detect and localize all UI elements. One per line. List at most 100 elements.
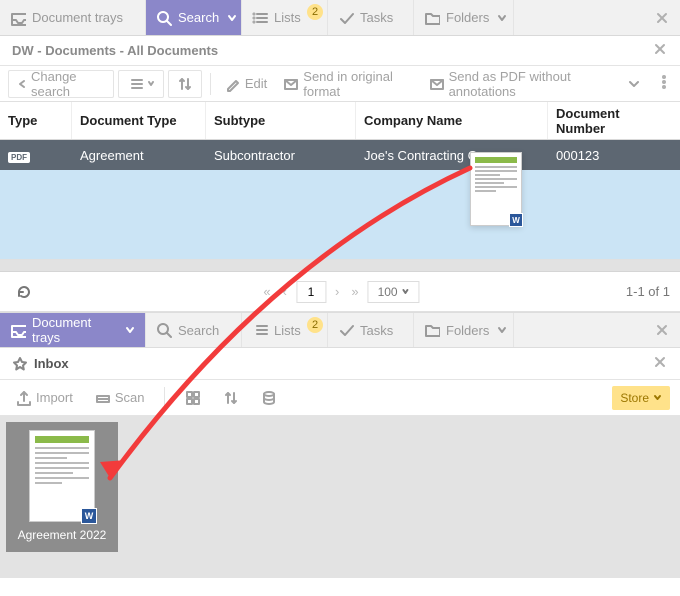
tab-lists[interactable]: Lists 2 <box>242 0 328 35</box>
grid-icon <box>185 390 201 406</box>
tray-document[interactable]: W Agreement 2022 <box>6 422 118 552</box>
col-doc-type[interactable]: Document Type <box>72 102 206 139</box>
close-icon <box>652 354 668 370</box>
scanner-icon <box>95 390 111 406</box>
result-count: 1-1 of 1 <box>626 284 670 299</box>
tab-label: Search <box>178 323 219 338</box>
table-row[interactable]: PDF Agreement Subcontractor Joe's Contra… <box>0 140 680 170</box>
cell-doc-number: 000123 <box>548 148 680 163</box>
toolbar-more-dropdown[interactable] <box>622 70 646 98</box>
lower-tab-document-trays[interactable]: Document trays <box>0 313 146 347</box>
tab-label: Folders <box>446 10 489 25</box>
tab-search[interactable]: Search <box>146 0 242 35</box>
change-search-button[interactable]: Change search <box>8 70 114 98</box>
tab-tasks[interactable]: Tasks <box>328 0 414 35</box>
last-page-button[interactable]: » <box>348 284 361 299</box>
drag-preview-thumbnail: W <box>470 152 522 226</box>
search-icon <box>156 322 172 338</box>
page-input[interactable] <box>296 281 326 303</box>
scan-button[interactable]: Scan <box>89 384 151 412</box>
sort-button[interactable] <box>168 70 202 98</box>
col-subtype[interactable]: Subtype <box>206 102 356 139</box>
divider <box>210 73 211 95</box>
tab-label: Lists <box>274 10 301 25</box>
col-type[interactable]: Type <box>0 102 72 139</box>
lists-badge: 2 <box>307 317 323 333</box>
inbox-close-button[interactable] <box>652 354 668 373</box>
send-original-button[interactable]: Send in original format <box>277 70 418 98</box>
cell-subtype: Subcontractor <box>206 148 356 163</box>
prev-page-button[interactable]: ‹ <box>280 284 290 299</box>
page-size-select[interactable]: 100 <box>368 281 420 303</box>
pager: « ‹ › » 100 1-1 of 1 <box>0 272 680 312</box>
lower-tab-search[interactable]: Search <box>146 313 242 347</box>
chevron-down-icon <box>653 393 662 402</box>
tray-sort-button[interactable] <box>217 384 245 412</box>
refresh-icon <box>16 284 32 300</box>
close-icon <box>654 322 670 338</box>
list-view-button[interactable] <box>118 70 164 98</box>
tab-label: Folders <box>446 323 489 338</box>
tab-document-trays[interactable]: Document trays <box>0 0 146 35</box>
label: Edit <box>245 76 267 91</box>
lower-tab-folders[interactable]: Folders <box>414 313 514 347</box>
database-button[interactable] <box>255 384 283 412</box>
divider <box>164 387 165 409</box>
breadcrumb: DW - Documents - All Documents <box>12 43 218 58</box>
send-pdf-button[interactable]: Send as PDF without annotations <box>423 70 618 98</box>
list-icon <box>127 76 143 92</box>
tab-label: Tasks <box>360 10 393 25</box>
inbox-title: Inbox <box>34 356 69 371</box>
first-page-button[interactable]: « <box>260 284 273 299</box>
label: Send as PDF without annotations <box>449 69 612 99</box>
chevron-left-icon <box>17 79 27 89</box>
close-panel-button[interactable] <box>644 0 680 35</box>
list-icon <box>252 322 268 338</box>
close-search-button[interactable] <box>652 41 668 60</box>
close-icon <box>652 41 668 57</box>
col-company[interactable]: Company Name <box>356 102 548 139</box>
check-icon <box>338 322 354 338</box>
close-icon <box>654 10 670 26</box>
mail-icon <box>429 76 445 92</box>
tab-label: Document trays <box>32 10 123 25</box>
store-button[interactable]: Store <box>612 386 670 410</box>
mail-icon <box>283 76 299 92</box>
sort-icon <box>223 390 239 406</box>
label: Scan <box>115 390 145 405</box>
tab-label: Tasks <box>360 323 393 338</box>
tab-folders[interactable]: Folders <box>414 0 514 35</box>
star-icon[interactable] <box>12 356 28 372</box>
import-button[interactable]: Import <box>10 384 79 412</box>
tab-label: Lists <box>274 323 301 338</box>
cell-doc-type: Agreement <box>72 148 206 163</box>
horizontal-scrollbar[interactable] <box>0 260 680 272</box>
results-table-header: Type Document Type Subtype Company Name … <box>0 102 680 140</box>
lower-close-panel-button[interactable] <box>644 313 680 347</box>
edit-button[interactable]: Edit <box>219 70 273 98</box>
chevron-down-icon <box>497 13 507 23</box>
toolbar-overflow-button[interactable] <box>656 74 672 93</box>
refresh-button[interactable] <box>10 278 38 306</box>
sort-icon <box>177 76 193 92</box>
chevron-down-icon <box>227 13 237 23</box>
pencil-icon <box>225 76 241 92</box>
chevron-down-icon <box>497 325 507 335</box>
chevron-down-icon <box>147 80 155 88</box>
tab-label: Search <box>178 10 219 25</box>
col-doc-number[interactable]: Document Number <box>548 102 680 139</box>
search-icon <box>156 10 172 26</box>
lower-tab-tasks[interactable]: Tasks <box>328 313 414 347</box>
label: Change search <box>31 69 105 99</box>
lower-tab-lists[interactable]: Lists 2 <box>242 313 328 347</box>
next-page-button[interactable]: › <box>332 284 342 299</box>
document-thumbnail: W <box>29 430 95 522</box>
grid-view-button[interactable] <box>179 384 207 412</box>
upload-icon <box>16 390 32 406</box>
word-file-icon: W <box>81 508 97 524</box>
tray-icon <box>10 10 26 26</box>
lists-badge: 2 <box>307 4 323 20</box>
results-table-body: PDF Agreement Subcontractor Joe's Contra… <box>0 140 680 260</box>
chevron-down-icon <box>125 325 135 335</box>
document-tray-area[interactable]: W Agreement 2022 <box>0 416 680 578</box>
